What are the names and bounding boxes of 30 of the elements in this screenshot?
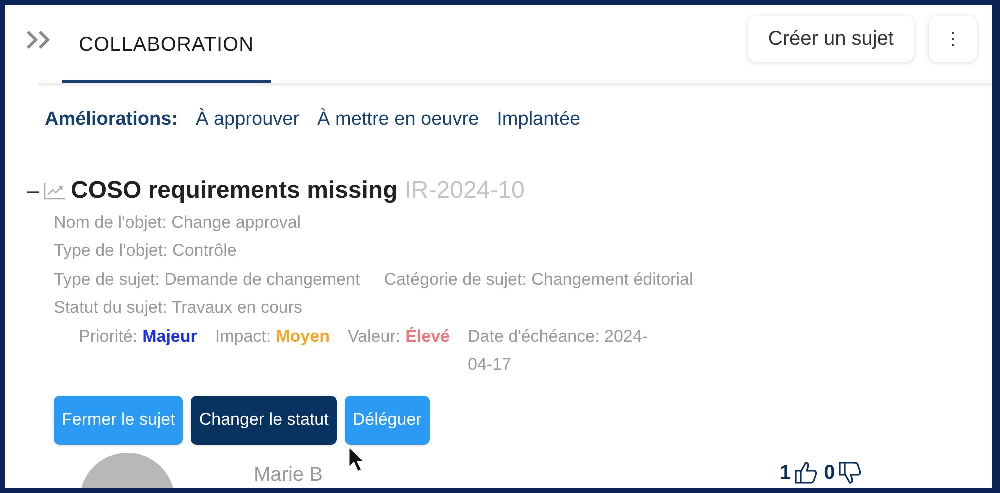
issue-id: IR-2024-10 — [404, 176, 525, 206]
more-options-button[interactable]: ⋮ — [929, 16, 977, 62]
meta-label: Impact: — [215, 326, 272, 348]
like-count: 1 — [780, 460, 792, 486]
meta-value: Élevé — [406, 326, 450, 348]
meta-label: Valeur: — [348, 326, 401, 348]
filter-link[interactable]: À approuver — [196, 106, 300, 134]
field-text: Catégorie de sujet: Changement éditorial — [384, 268, 694, 290]
field-text: Type de l'objet: Contrôle — [54, 240, 237, 262]
field-text: Statut du sujet: Travaux en cours — [54, 297, 303, 319]
meta-text: Date d'échéance: 2024-04-17 — [468, 326, 650, 376]
author-name: Marie B — [254, 462, 323, 488]
filter-label: Améliorations: — [45, 108, 178, 132]
create-topic-button[interactable]: Créer un sujet — [748, 16, 914, 62]
mouse-cursor-icon — [348, 446, 366, 473]
meta-label: Priorité: — [79, 326, 138, 348]
double-chevron-icon[interactable] — [25, 29, 53, 51]
filter-link[interactable]: Implantée — [497, 106, 581, 134]
meta-value: Moyen — [276, 326, 330, 348]
filter-link[interactable]: À mettre en oeuvre — [318, 106, 480, 134]
thumbs-down-icon[interactable] — [838, 460, 862, 484]
meta-value: Majeur — [142, 326, 198, 348]
issue-title: COSO requirements missing — [71, 176, 398, 206]
field-text: Nom de l'objet: Change approval — [54, 212, 302, 234]
trend-chart-icon — [44, 182, 66, 200]
field-text: Type de sujet: Demande de changement — [54, 268, 360, 290]
dislike-count: 0 — [824, 460, 836, 486]
action-button[interactable]: Changer le statut — [191, 396, 337, 444]
thumbs-up-icon[interactable] — [794, 460, 818, 484]
collapse-toggle[interactable]: – — [27, 174, 41, 207]
